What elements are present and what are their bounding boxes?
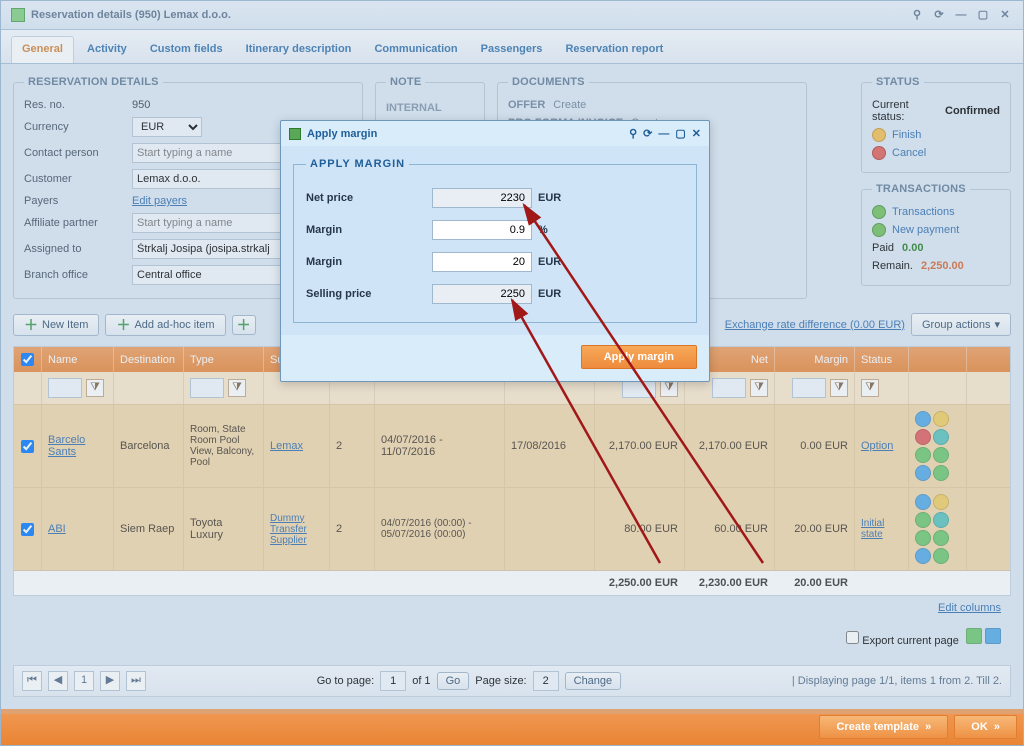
footer: Create template » OK » xyxy=(1,709,1023,745)
margin-eur-label: Margin xyxy=(306,256,426,268)
selling-price-unit: EUR xyxy=(538,288,574,300)
maximize-icon[interactable]: ▢ xyxy=(675,127,685,140)
refresh-icon[interactable]: ⟳ xyxy=(643,127,652,140)
selling-price-input xyxy=(432,284,532,304)
margin-pct-label: Margin xyxy=(306,224,426,236)
ok-button[interactable]: OK » xyxy=(954,715,1017,739)
apply-margin-fieldset: APPLY MARGIN Net price EUR Margin % Marg… xyxy=(293,158,697,323)
margin-eur-unit: EUR xyxy=(538,256,574,268)
close-icon[interactable]: ✕ xyxy=(692,127,701,140)
selling-price-label: Selling price xyxy=(306,288,426,300)
apply-margin-button[interactable]: Apply margin xyxy=(581,345,697,369)
pin-icon[interactable]: ⚲ xyxy=(629,127,637,140)
dialog-icon xyxy=(289,128,301,140)
margin-pct-input[interactable] xyxy=(432,220,532,240)
margin-eur-input[interactable] xyxy=(432,252,532,272)
apply-margin-dialog: Apply margin ⚲ ⟳ — ▢ ✕ APPLY MARGIN Net … xyxy=(280,120,710,382)
net-price-label: Net price xyxy=(306,192,426,204)
minimize-icon[interactable]: — xyxy=(658,128,669,140)
net-price-input xyxy=(432,188,532,208)
net-price-unit: EUR xyxy=(538,192,574,204)
margin-pct-unit: % xyxy=(538,224,574,236)
dialog-titlebar[interactable]: Apply margin ⚲ ⟳ — ▢ ✕ xyxy=(281,121,709,146)
dialog-title: Apply margin xyxy=(307,128,377,140)
create-template-button[interactable]: Create template » xyxy=(819,715,948,739)
apply-margin-legend: APPLY MARGIN xyxy=(306,158,409,170)
